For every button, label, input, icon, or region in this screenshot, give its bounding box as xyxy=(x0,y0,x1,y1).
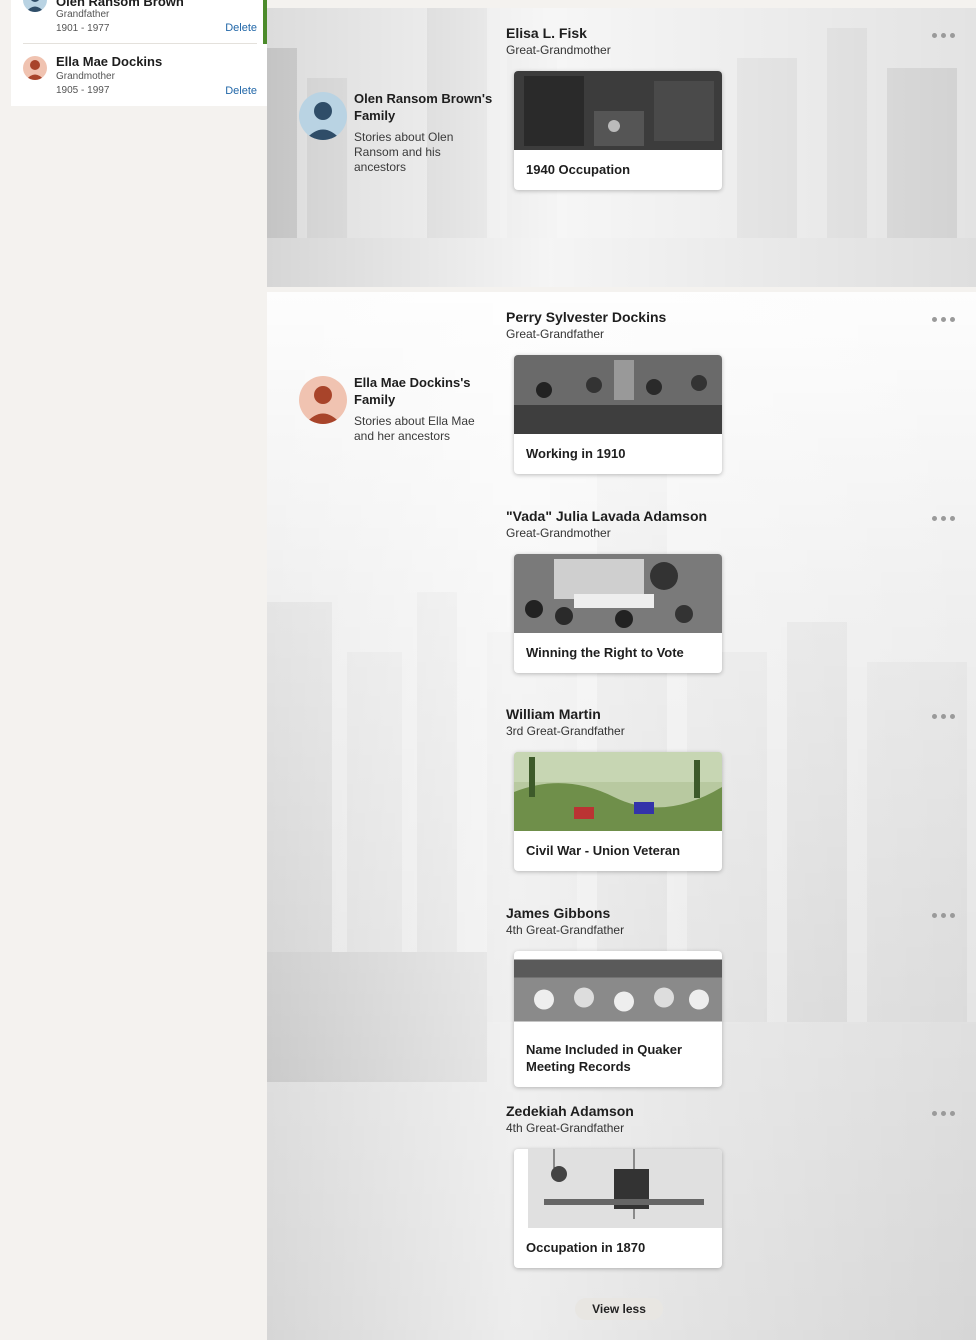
ancestor-entry: Perry Sylvester Dockins Great-Grandfathe… xyxy=(506,309,956,474)
story-photo xyxy=(514,71,722,150)
story-photo xyxy=(514,752,722,831)
family-panel-ella: Ella Mae Dockins's Family Stories about … xyxy=(267,292,976,1340)
story-card[interactable]: Civil War - Union Veteran xyxy=(514,752,722,871)
sidebar: Olen Ransom Brown Grandfather 1901 - 197… xyxy=(0,0,267,1340)
more-options-icon[interactable] xyxy=(932,911,956,919)
ancestor-entry: James Gibbons 4th Great-Grandfather Name… xyxy=(506,905,956,1087)
ancestor-entry: Zedekiah Adamson 4th Great-Grandfather O… xyxy=(506,1103,956,1268)
story-card[interactable]: Winning the Right to Vote xyxy=(514,554,722,673)
story-card[interactable]: Occupation in 1870 xyxy=(514,1149,722,1268)
ancestor-entry: "Vada" Julia Lavada Adamson Great-Grandm… xyxy=(506,508,956,673)
ancestor-name: William Martin xyxy=(506,706,601,722)
page-root: Olen Ransom Brown Grandfather 1901 - 197… xyxy=(0,0,976,1340)
person-list: Olen Ransom Brown Grandfather 1901 - 197… xyxy=(11,0,267,106)
family-title: Olen Ransom Brown's Family xyxy=(354,91,493,123)
ancestor-name: James Gibbons xyxy=(506,905,611,921)
person-item-ella[interactable]: Ella Mae Dockins Grandmother 1905 - 1997… xyxy=(23,52,257,102)
story-title: Winning the Right to Vote xyxy=(526,645,684,660)
ancestor-relation: 4th Great-Grandfather xyxy=(506,1121,625,1135)
ancestor-relation: Great-Grandfather xyxy=(506,327,605,341)
view-less-button[interactable]: View less xyxy=(575,1298,663,1320)
ancestor-name: "Vada" Julia Lavada Adamson xyxy=(506,508,708,524)
ancestor-entry: Elisa L. Fisk Great-Grandmother 1940 Occ… xyxy=(506,25,956,190)
person-name: Olen Ransom Brown xyxy=(56,0,184,9)
story-title: Working in 1910 xyxy=(526,446,626,461)
female-avatar-icon xyxy=(299,376,347,424)
story-photo xyxy=(514,959,722,1022)
more-options-icon[interactable] xyxy=(932,712,956,720)
person-relation: Grandmother xyxy=(56,71,115,82)
person-item-olen[interactable]: Olen Ransom Brown Grandfather 1901 - 197… xyxy=(23,0,257,44)
person-relation: Grandfather xyxy=(56,9,110,20)
family-title: Ella Mae Dockins's Family xyxy=(354,375,471,407)
story-title: Occupation in 1870 xyxy=(526,1240,646,1255)
story-card[interactable]: Working in 1910 xyxy=(514,355,722,474)
male-avatar-icon xyxy=(23,0,47,12)
story-title: 1940 Occupation xyxy=(526,162,631,177)
family-panel-olen: Olen Ransom Brown's Family Stories about… xyxy=(267,8,976,287)
ancestor-name: Perry Sylvester Dockins xyxy=(506,309,667,325)
ancestor-relation: 4th Great-Grandfather xyxy=(506,923,625,937)
more-options-icon[interactable] xyxy=(932,31,956,39)
delete-link[interactable]: Delete xyxy=(225,22,257,34)
ancestor-name: Zedekiah Adamson xyxy=(506,1103,634,1119)
story-photo xyxy=(514,1149,722,1228)
more-options-icon[interactable] xyxy=(932,1109,956,1117)
story-card[interactable]: 1940 Occupation xyxy=(514,71,722,190)
person-name: Ella Mae Dockins xyxy=(56,54,163,69)
person-dates: 1901 - 1977 xyxy=(56,23,110,34)
female-avatar-icon xyxy=(23,56,47,80)
ancestor-name: Elisa L. Fisk xyxy=(506,25,587,41)
ancestor-relation: 3rd Great-Grandfather xyxy=(506,724,625,738)
ancestor-relation: Great-Grandmother xyxy=(506,526,611,540)
story-card[interactable]: Name Included in Quaker Meeting Records xyxy=(514,951,722,1087)
ancestor-entry: William Martin 3rd Great-Grandfather Civ… xyxy=(506,706,956,871)
male-avatar-icon xyxy=(299,92,347,140)
ancestor-relation: Great-Grandmother xyxy=(506,43,611,57)
person-dates: 1905 - 1997 xyxy=(56,85,110,96)
story-title: Civil War - Union Veteran xyxy=(526,843,681,858)
family-description: Stories about Ella Mae and her ancestors xyxy=(354,414,475,443)
story-title: Name Included in Quaker Meeting Records xyxy=(526,1042,683,1074)
more-options-icon[interactable] xyxy=(932,315,956,323)
more-options-icon[interactable] xyxy=(932,514,956,522)
delete-link[interactable]: Delete xyxy=(225,85,257,97)
story-photo xyxy=(514,554,722,633)
family-description: Stories about Olen Ransom and his ancest… xyxy=(354,130,454,174)
story-photo xyxy=(514,355,722,434)
